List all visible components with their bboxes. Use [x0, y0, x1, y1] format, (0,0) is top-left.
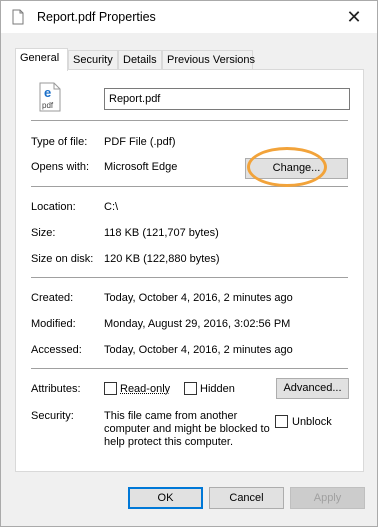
advanced-button[interactable]: Advanced...: [276, 378, 349, 399]
document-icon: [10, 9, 26, 28]
close-button[interactable]: ✕: [339, 5, 369, 29]
tab-general[interactable]: General: [15, 48, 68, 71]
size-label: Size:: [31, 227, 56, 239]
cancel-button[interactable]: Cancel: [209, 487, 284, 509]
attributes-label: Attributes:: [31, 383, 81, 395]
created-value: Today, October 4, 2016, 2 minutes ago: [104, 292, 293, 304]
size-on-disk-value: 120 KB (122,880 bytes): [104, 253, 220, 265]
separator: [31, 186, 348, 187]
separator: [31, 368, 348, 369]
security-label: Security:: [31, 410, 74, 422]
readonly-label[interactable]: Read-only: [120, 383, 170, 395]
file-name-input[interactable]: [104, 88, 350, 110]
tab-details[interactable]: Details: [118, 50, 162, 70]
change-button[interactable]: Change...: [245, 158, 348, 179]
pdf-file-icon: e pdf: [39, 82, 61, 112]
general-panel: e pdf Type of file: PDF File (.pdf) Open…: [15, 69, 364, 472]
unblock-label[interactable]: Unblock: [292, 416, 332, 428]
size-value: 118 KB (121,707 bytes): [104, 227, 219, 239]
modified-value: Monday, August 29, 2016, 3:02:56 PM: [104, 318, 291, 330]
readonly-checkbox[interactable]: [104, 382, 117, 395]
location-label: Location:: [31, 201, 76, 213]
separator: [31, 120, 348, 121]
unblock-checkbox[interactable]: [275, 415, 288, 428]
opens-with-value: Microsoft Edge: [104, 161, 178, 173]
created-label: Created:: [31, 292, 74, 304]
hidden-checkbox[interactable]: [184, 382, 197, 395]
opens-with-label: Opens with:: [31, 161, 90, 173]
apply-button[interactable]: Apply: [290, 487, 365, 509]
properties-window: Report.pdf Properties ✕ General Security…: [0, 0, 378, 527]
close-icon: ✕: [346, 7, 362, 27]
svg-text:e: e: [44, 85, 51, 100]
size-on-disk-label: Size on disk:: [31, 253, 94, 265]
svg-text:pdf: pdf: [42, 101, 54, 110]
window-title: Report.pdf Properties: [37, 10, 156, 24]
type-value: PDF File (.pdf): [104, 136, 176, 148]
separator: [31, 277, 348, 278]
modified-label: Modified:: [31, 318, 76, 330]
ok-button[interactable]: OK: [128, 487, 203, 509]
type-label: Type of file:: [31, 136, 88, 148]
tab-previous-versions[interactable]: Previous Versions: [162, 50, 255, 70]
title-bar: Report.pdf Properties ✕: [1, 1, 377, 33]
security-message: This file came from another computer and…: [104, 410, 270, 448]
accessed-value: Today, October 4, 2016, 2 minutes ago: [104, 344, 293, 356]
tab-security[interactable]: Security: [68, 50, 118, 70]
hidden-label[interactable]: Hidden: [200, 383, 235, 395]
location-value: C:\: [104, 201, 119, 213]
accessed-label: Accessed:: [31, 344, 82, 356]
